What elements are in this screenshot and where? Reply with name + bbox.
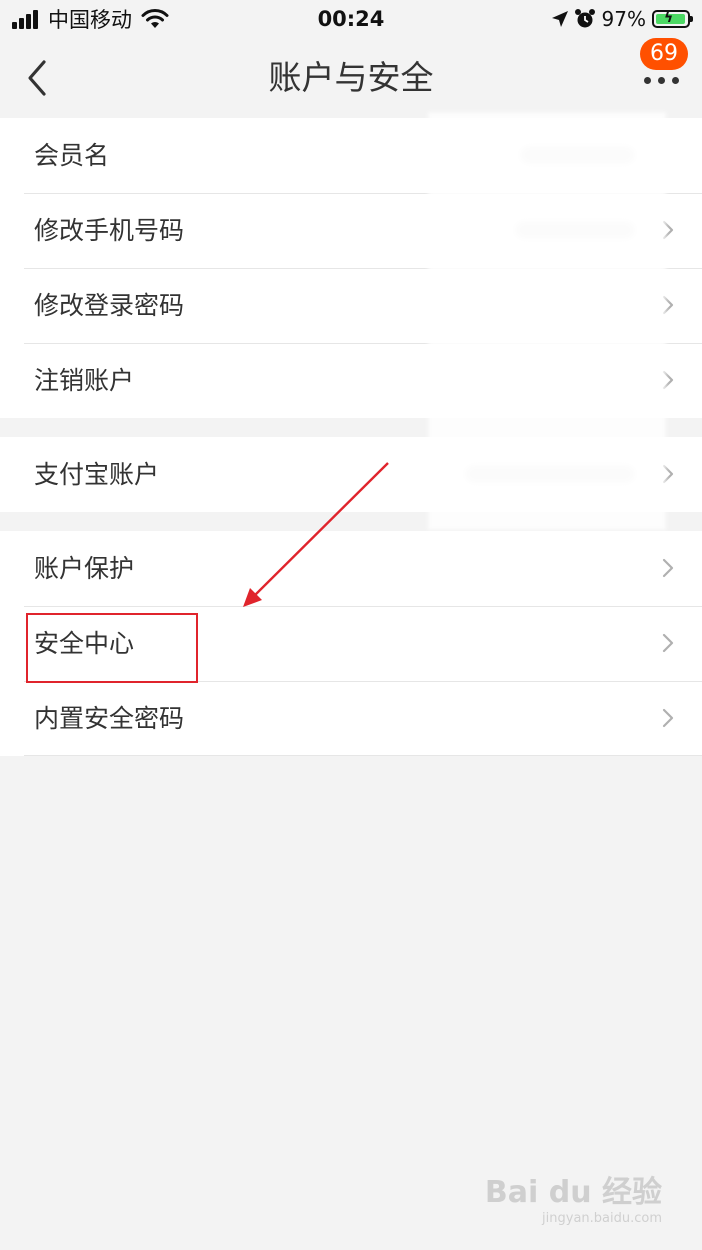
status-bar: 中国移动 00:24 97% ϟ bbox=[0, 0, 702, 38]
watermark-url: jingyan.baidu.com bbox=[542, 1211, 662, 1226]
nav-bar: 账户与安全 69 bbox=[0, 38, 702, 118]
chevron-right-icon bbox=[662, 633, 674, 653]
row-label: 注销账户 bbox=[34, 366, 135, 395]
more-dot-icon bbox=[672, 77, 679, 84]
location-arrow-icon bbox=[551, 11, 568, 27]
highlight-box bbox=[26, 613, 198, 683]
chevron-right-icon bbox=[662, 708, 674, 728]
row-label: 账户保护 bbox=[34, 554, 135, 583]
message-badge: 69 bbox=[640, 38, 688, 70]
watermark-logo: Bai du 经验 bbox=[484, 1175, 662, 1210]
more-dot-icon bbox=[658, 77, 665, 84]
row-label: 支付宝账户 bbox=[34, 460, 160, 489]
status-right: 97% ϟ bbox=[550, 4, 693, 34]
privacy-blur-overlay bbox=[428, 112, 666, 530]
group-divider bbox=[24, 755, 702, 756]
battery-icon: ϟ bbox=[652, 10, 693, 28]
more-dot-icon bbox=[644, 77, 651, 84]
row-label: 修改手机号码 bbox=[34, 216, 185, 245]
account-protection-row[interactable]: 账户保护 bbox=[0, 531, 702, 606]
row-label: 会员名 bbox=[34, 141, 110, 170]
battery-percent: 97% bbox=[601, 7, 646, 31]
row-label: 内置安全密码 bbox=[34, 704, 185, 733]
row-label: 修改登录密码 bbox=[34, 291, 185, 320]
builtin-security-password-row[interactable]: 内置安全密码 bbox=[0, 681, 702, 756]
chevron-right-icon bbox=[662, 558, 674, 578]
page-title: 账户与安全 bbox=[268, 58, 434, 97]
alarm-icon bbox=[574, 9, 595, 28]
watermark: Bai du 经验 jingyan.baidu.com bbox=[485, 1167, 662, 1226]
